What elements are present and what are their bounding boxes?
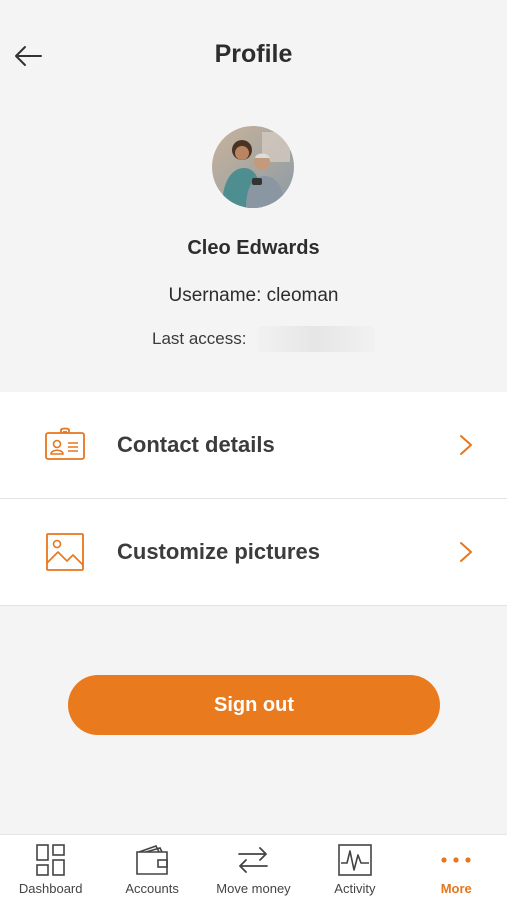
avatar	[212, 126, 294, 208]
last-access-label: Last access:	[152, 329, 247, 348]
user-name: Cleo Edwards	[187, 237, 320, 259]
header: Profile	[0, 0, 507, 110]
menu-item-contact-details[interactable]: Contact details	[0, 392, 507, 499]
chevron-right-icon	[460, 435, 472, 455]
nav-item-more[interactable]: More	[406, 835, 507, 900]
profile-menu: Contact details Customize pictures	[0, 392, 507, 606]
activity-chart-icon	[338, 844, 372, 876]
bottom-nav: Dashboard Accounts Move money Activity M…	[0, 834, 507, 900]
chevron-right-icon	[460, 542, 472, 562]
contact-card-icon	[45, 427, 85, 460]
menu-item-label: Contact details	[117, 432, 275, 457]
username-text: Username: cleoman	[168, 285, 339, 306]
nav-item-move-money[interactable]: Move money	[203, 835, 304, 900]
nav-label: Move money	[216, 881, 291, 896]
nav-item-accounts[interactable]: Accounts	[101, 835, 202, 900]
dashboard-icon	[35, 844, 65, 876]
menu-item-label: Customize pictures	[117, 539, 320, 564]
profile-screen: Profile Cleo Edwards Username: cleoman L…	[0, 0, 507, 900]
wallet-icon	[136, 845, 168, 875]
image-icon	[46, 533, 84, 571]
menu-item-customize-pictures[interactable]: Customize pictures	[0, 499, 507, 606]
nav-label: Activity	[334, 881, 376, 896]
nav-item-activity[interactable]: Activity	[304, 835, 405, 900]
nav-label: Dashboard	[18, 881, 83, 896]
nav-label: More	[440, 881, 472, 896]
last-access-value-redacted	[256, 326, 375, 352]
transfer-arrows-icon	[238, 847, 269, 873]
page-title: Profile	[214, 40, 293, 68]
nav-item-dashboard[interactable]: Dashboard	[0, 835, 101, 900]
more-dots-icon	[441, 857, 471, 863]
nav-label: Accounts	[125, 881, 179, 896]
last-access: Last access:	[152, 326, 375, 352]
sign-out-button[interactable]: Sign out	[68, 675, 440, 735]
